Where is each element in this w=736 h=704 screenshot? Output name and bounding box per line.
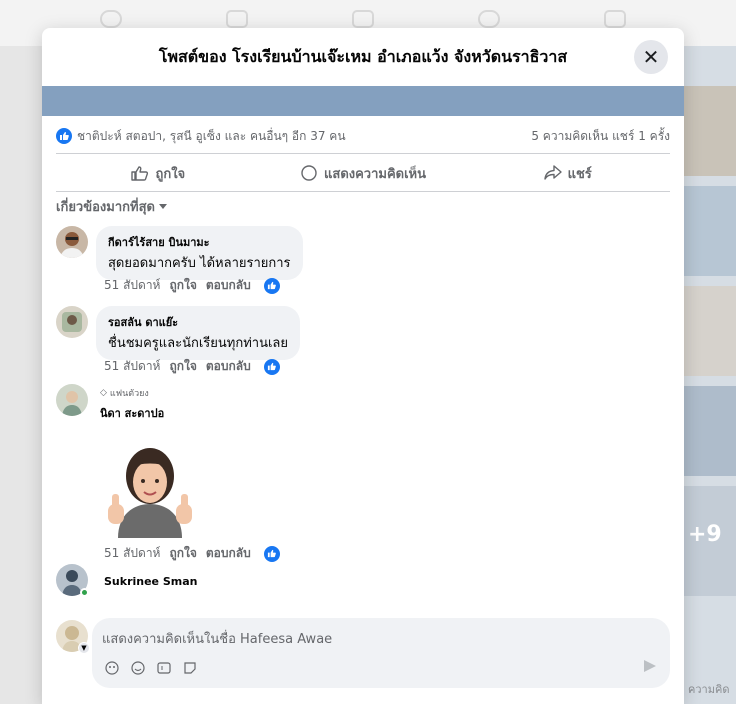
- gif-icon[interactable]: [154, 658, 174, 678]
- comment-composer-area: ▼ แสดงความคิดเห็นในชื่อ Hafeesa Awae: [42, 606, 684, 704]
- post-image[interactable]: [42, 86, 684, 116]
- composer-tools: [102, 658, 206, 678]
- diamond-icon: ◇: [100, 388, 107, 398]
- like-reaction-icon[interactable]: [263, 358, 280, 375]
- comment-reply-link[interactable]: ตอบกลับ: [206, 357, 251, 376]
- comment-button[interactable]: แสดงความคิดเห็น: [261, 158, 466, 188]
- divider: [56, 191, 670, 192]
- avatar[interactable]: [56, 306, 88, 338]
- online-status-dot: [80, 588, 89, 597]
- send-icon[interactable]: [644, 660, 656, 672]
- comment-item: ◇ แฟนตัวยง นิดา สะดาปอ 51 สัปดาห์ ถูกใจ: [56, 384, 656, 564]
- home-icon[interactable]: [100, 10, 122, 28]
- comment-meta: 51 สัปดาห์ ถูกใจ ตอบกลับ: [104, 276, 289, 295]
- comment-like-link[interactable]: ถูกใจ: [169, 544, 196, 563]
- commenter-name[interactable]: Sukrinee Sman: [104, 575, 197, 588]
- comment-meta: 51 สัปดาห์ ถูกใจ ตอบกลับ: [104, 357, 289, 376]
- comment-item: กีดาร์ไร้สาย บินมามะ สุดยอดมากครับ ได้หล…: [56, 226, 656, 296]
- comment-time[interactable]: 51 สัปดาห์: [104, 544, 160, 563]
- emoji-icon[interactable]: [128, 658, 148, 678]
- caret-down-icon: [158, 204, 167, 209]
- like-label: ถูกใจ: [155, 166, 186, 182]
- dialog-header: โพสต์ของ โรงเรียนบ้านเจ๊ะเหม อำเภอแว้ง จ…: [42, 28, 684, 86]
- reaction-names[interactable]: ชาติปะห์ สตอปา, รุสนี อูเซ็ง และ คนอื่นๆ…: [77, 127, 346, 146]
- sticker-image[interactable]: [104, 438, 196, 538]
- background-comment-text: ความคิด: [688, 683, 730, 696]
- commenter-name[interactable]: กีดาร์ไร้สาย บินมามะ: [108, 233, 291, 251]
- comment-bubble: กีดาร์ไร้สาย บินมามะ สุดยอดมากครับ ได้หล…: [96, 226, 303, 280]
- chevron-down-icon[interactable]: ▼: [78, 642, 90, 654]
- post-dialog: โพสต์ของ โรงเรียนบ้านเจ๊ะเหม อำเภอแว้ง จ…: [42, 28, 684, 704]
- avatar-sticker-icon[interactable]: [102, 658, 122, 678]
- close-icon: ✕: [642, 45, 660, 69]
- comment-bubble: รอสลัน ดาแย๊ะ ชื่นชมครูและนักเรียนทุกท่า…: [96, 306, 301, 360]
- comment-reply-link[interactable]: ตอบกลับ: [206, 276, 251, 295]
- comment-input-placeholder: แสดงความคิดเห็นในชื่อ Hafeesa Awae: [102, 632, 333, 647]
- groups-icon[interactable]: [478, 10, 500, 28]
- like-button[interactable]: ถูกใจ: [56, 158, 261, 188]
- sticker-icon[interactable]: [180, 658, 200, 678]
- comment-like-link[interactable]: ถูกใจ: [169, 357, 196, 376]
- comment-meta: 51 สัปดาห์ ถูกใจ ตอบกลับ: [104, 544, 289, 563]
- avatar[interactable]: [56, 226, 88, 258]
- avatar[interactable]: [56, 384, 88, 416]
- share-label: แชร์: [567, 166, 592, 182]
- comment-reply-link[interactable]: ตอบกลับ: [206, 544, 251, 563]
- comment-sort-dropdown[interactable]: เกี่ยวข้องมากที่สุด: [56, 196, 167, 217]
- comment-item: Sukrinee Sman: [56, 564, 656, 600]
- marketplace-icon[interactable]: [352, 10, 374, 28]
- comment-icon: [301, 165, 317, 181]
- comment-header: ◇ แฟนตัวยง นิดา สะดาปอ: [100, 386, 164, 422]
- comment-input[interactable]: แสดงความคิดเห็นในชื่อ Hafeesa Awae: [92, 618, 670, 688]
- like-reaction-icon: [56, 128, 72, 144]
- divider: [56, 153, 670, 154]
- comment-time[interactable]: 51 สัปดาห์: [104, 276, 160, 295]
- thumbs-up-icon: [131, 166, 149, 181]
- comment-item: รอสลัน ดาแย๊ะ ชื่นชมครูและนักเรียนทุกท่า…: [56, 306, 656, 376]
- comment-share-counts[interactable]: 5 ความคิดเห็น แชร์ 1 ครั้ง: [531, 127, 670, 146]
- comment-text: สุดยอดมากครับ ได้หลายรายการ: [108, 256, 291, 271]
- comment-time[interactable]: 51 สัปดาห์: [104, 357, 160, 376]
- post-actions: ถูกใจ แสดงความคิดเห็น แชร์: [56, 158, 670, 188]
- reaction-summary: ชาติปะห์ สตอปา, รุสนี อูเซ็ง และ คนอื่นๆ…: [56, 125, 670, 147]
- like-reaction-icon[interactable]: [263, 277, 280, 294]
- more-photos-count[interactable]: +9: [688, 522, 722, 547]
- close-button[interactable]: ✕: [634, 40, 668, 74]
- dialog-title: โพสต์ของ โรงเรียนบ้านเจ๊ะเหม อำเภอแว้ง จ…: [158, 46, 568, 66]
- comment-text: ชื่นชมครูและนักเรียนทุกท่านเลย: [108, 336, 289, 351]
- gaming-icon[interactable]: [604, 10, 626, 28]
- like-reaction-icon[interactable]: [263, 545, 280, 562]
- share-button[interactable]: แชร์: [465, 158, 670, 188]
- background-feed-left: [0, 46, 42, 704]
- commenter-name[interactable]: รอสลัน ดาแย๊ะ: [108, 313, 288, 331]
- share-icon: [543, 165, 562, 180]
- sort-label: เกี่ยวข้องมากที่สุด: [56, 200, 155, 215]
- top-fan-badge[interactable]: ◇ แฟนตัวยง: [100, 386, 164, 400]
- top-fan-label: แฟนตัวยง: [109, 389, 149, 399]
- comment-label: แสดงความคิดเห็น: [324, 166, 427, 182]
- background-photo-grid: +9 ความคิด: [684, 46, 736, 704]
- video-icon[interactable]: [226, 10, 248, 28]
- comment-like-link[interactable]: ถูกใจ: [169, 276, 196, 295]
- commenter-name[interactable]: นิดา สะดาปอ: [100, 404, 164, 422]
